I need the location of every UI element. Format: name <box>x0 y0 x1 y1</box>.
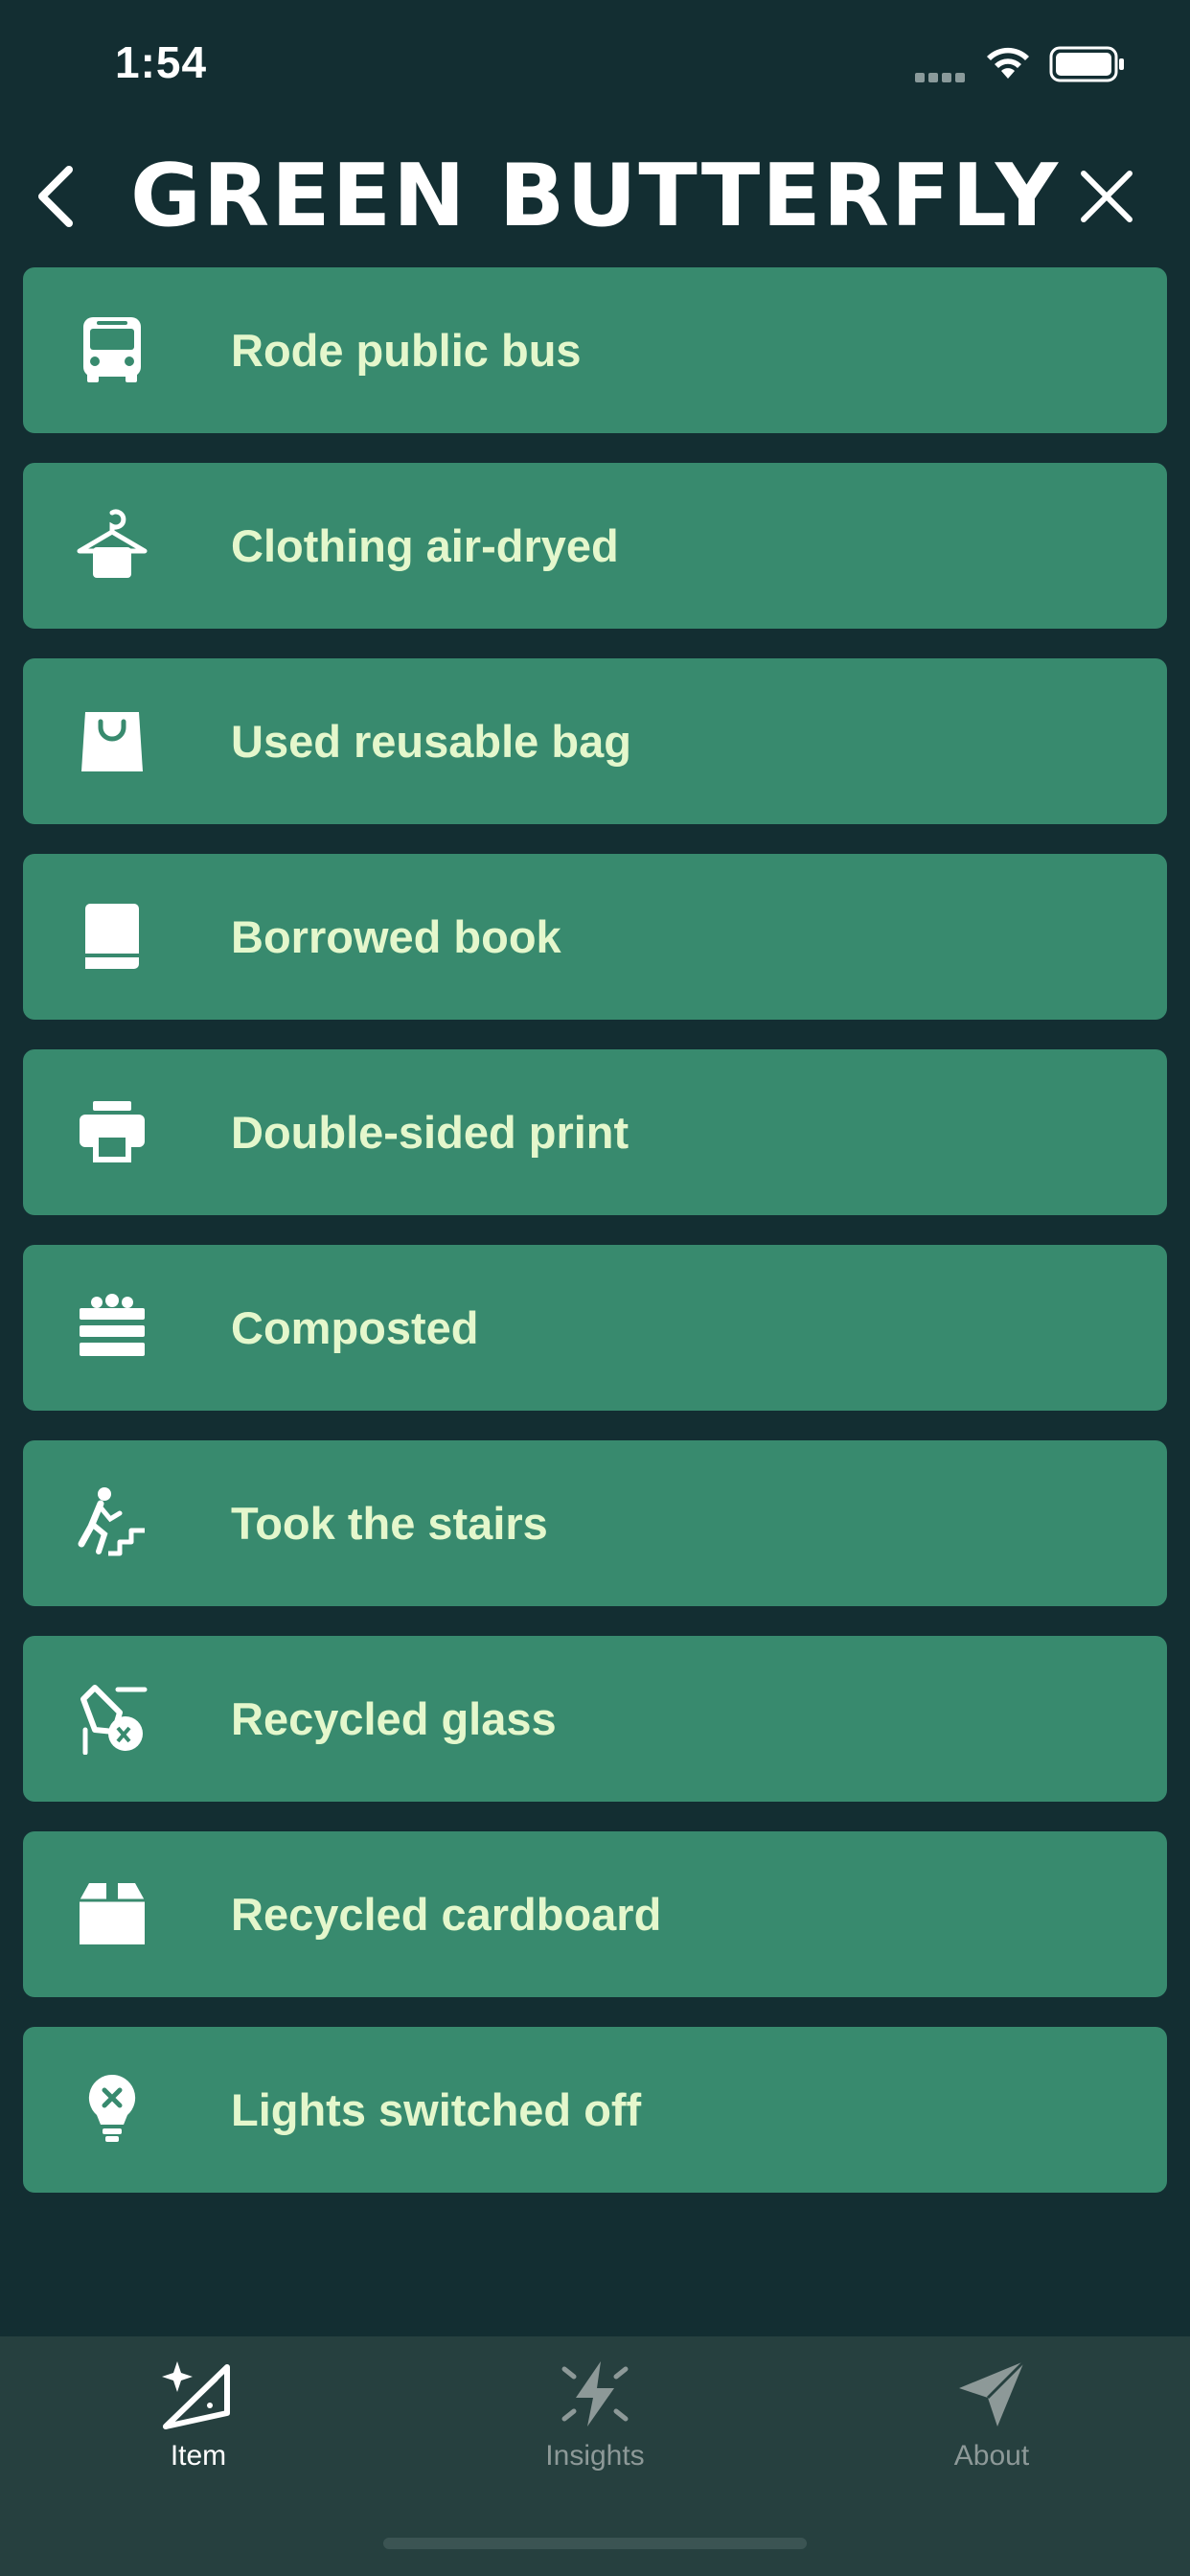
battery-icon <box>1049 46 1124 82</box>
tab-about[interactable]: About <box>793 2336 1190 2509</box>
list-item-label: Recycled cardboard <box>231 1889 662 1940</box>
list-item-label: Recycled glass <box>231 1693 557 1744</box>
tab-label: Item <box>170 2440 227 2472</box>
cellular-signal-icon <box>915 70 971 82</box>
list-item-label: Borrowed book <box>231 911 561 962</box>
list-item-label: Used reusable bag <box>231 716 631 767</box>
list-item-label: Double-sided print <box>231 1107 629 1158</box>
list-item-label: Composted <box>231 1302 479 1353</box>
list-item-used-reusable-bag[interactable]: Used reusable bag <box>23 658 1167 824</box>
tab-label: About <box>953 2440 1030 2472</box>
lightning-icon <box>561 2361 629 2426</box>
compost-bin-icon <box>80 1294 145 1356</box>
list-item-recycled-cardboard[interactable]: Recycled cardboard <box>23 1831 1167 1997</box>
box-icon <box>80 1883 145 1944</box>
tab-item[interactable]: Item <box>0 2336 397 2509</box>
lightbulb-off-icon <box>88 2074 136 2142</box>
shopping-bag-icon <box>81 712 143 771</box>
magic-wand-icon <box>162 2361 230 2429</box>
status-time: 1:54 <box>115 37 208 87</box>
printer-icon <box>80 1101 145 1162</box>
book-icon <box>85 904 139 969</box>
glass-recycle-icon <box>80 1685 148 1755</box>
list-item-recycled-glass[interactable]: Recycled glass <box>23 1636 1167 1802</box>
list-item-took-the-stairs[interactable]: Took the stairs <box>23 1440 1167 1606</box>
hanger-icon <box>77 509 148 578</box>
list-item-label: Took the stairs <box>231 1498 548 1549</box>
navigation-bar: Green Butterfly <box>0 134 1190 259</box>
home-indicator <box>383 2538 807 2549</box>
page-title: Green Butterfly <box>129 146 1061 246</box>
action-list: Rode public bus Clothing air-dryed Used … <box>23 267 1167 2222</box>
stairs-icon <box>78 1487 145 1556</box>
close-button[interactable] <box>1068 158 1145 235</box>
list-item-label: Rode public bus <box>231 325 582 376</box>
tab-bar: Item Insights About <box>0 2336 1190 2576</box>
list-item-lights-switched-off[interactable]: Lights switched off <box>23 2027 1167 2193</box>
tab-insights[interactable]: Insights <box>397 2336 793 2509</box>
wifi-icon <box>987 47 1029 79</box>
list-item-label: Clothing air-dryed <box>231 520 619 571</box>
status-bar: 1:54 <box>0 0 1190 134</box>
paper-plane-icon <box>959 2359 1026 2426</box>
list-item-double-sided-print[interactable]: Double-sided print <box>23 1049 1167 1215</box>
bus-icon <box>83 317 141 382</box>
list-item-clothing-air-dryed[interactable]: Clothing air-dryed <box>23 463 1167 629</box>
list-item-label: Lights switched off <box>231 2084 642 2135</box>
list-item-rode-public-bus[interactable]: Rode public bus <box>23 267 1167 433</box>
list-item-composted[interactable]: Composted <box>23 1245 1167 1411</box>
list-item-borrowed-book[interactable]: Borrowed book <box>23 854 1167 1020</box>
tab-label: Insights <box>545 2440 645 2472</box>
